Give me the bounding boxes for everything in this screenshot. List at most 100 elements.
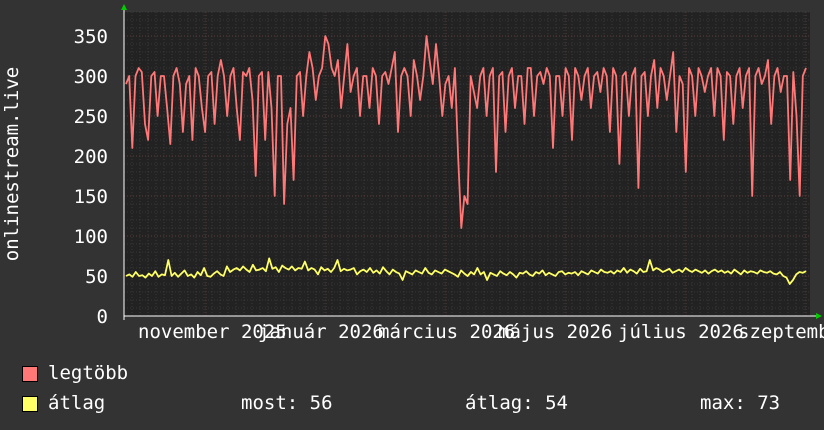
data-point-1 <box>652 270 654 271</box>
data-point-1 <box>272 268 273 270</box>
data-point-1 <box>802 272 803 274</box>
data-point-1 <box>177 276 179 278</box>
data-point-0 <box>268 71 269 73</box>
data-point-0 <box>479 75 481 77</box>
data-point-0 <box>397 131 399 133</box>
data-point-1 <box>525 270 527 272</box>
data-point-0 <box>214 123 215 125</box>
data-point-1 <box>695 269 696 270</box>
data-point-0 <box>340 107 342 109</box>
data-point-0 <box>511 67 513 69</box>
data-point-1 <box>148 273 150 274</box>
data-point-0 <box>682 83 683 85</box>
data-point-1 <box>155 270 156 272</box>
data-point-0 <box>508 75 510 77</box>
data-point-1 <box>242 266 244 267</box>
data-point-1 <box>721 270 722 271</box>
data-point-1 <box>207 275 208 277</box>
data-point-1 <box>356 274 358 275</box>
data-point-1 <box>447 270 449 272</box>
data-point-1 <box>743 270 745 271</box>
data-point-0 <box>423 75 424 77</box>
data-point-1 <box>678 269 680 270</box>
data-point-1 <box>161 274 163 275</box>
data-point-1 <box>314 269 316 270</box>
data-point-1 <box>555 275 556 277</box>
data-point-0 <box>691 75 693 77</box>
data-point-1 <box>519 272 520 274</box>
data-point-0 <box>733 123 734 125</box>
data-point-1 <box>564 274 566 275</box>
data-point-1 <box>135 271 137 273</box>
data-point-1 <box>730 273 732 274</box>
data-point-1 <box>613 273 615 274</box>
data-point-0 <box>502 71 503 73</box>
data-point-0 <box>343 75 345 77</box>
data-point-0 <box>182 131 184 133</box>
data-point-0 <box>261 71 263 73</box>
data-point-0 <box>559 75 560 77</box>
data-point-0 <box>612 67 614 69</box>
data-point-1 <box>795 274 797 275</box>
data-point-1 <box>330 271 332 273</box>
data-point-1 <box>574 271 576 273</box>
data-point-0 <box>669 75 671 77</box>
data-point-1 <box>460 270 462 271</box>
data-point-1 <box>724 272 725 274</box>
data-point-0 <box>166 107 168 109</box>
data-point-1 <box>649 259 651 261</box>
data-point-1 <box>171 275 172 277</box>
data-point-0 <box>359 115 361 117</box>
data-point-0 <box>720 75 721 77</box>
x-tick-label: március 2026 <box>378 321 515 343</box>
data-point-1 <box>399 273 400 274</box>
data-point-1 <box>734 269 735 270</box>
data-point-0 <box>198 75 199 77</box>
data-point-0 <box>176 67 177 69</box>
avg-label: átlag <box>48 392 106 414</box>
data-point-1 <box>714 269 716 270</box>
data-point-0 <box>147 139 149 141</box>
data-point-1 <box>620 271 621 273</box>
data-point-0 <box>350 91 351 93</box>
data-point-0 <box>546 67 547 69</box>
data-point-0 <box>625 71 626 73</box>
data-point-0 <box>676 131 677 133</box>
data-point-1 <box>386 270 387 272</box>
data-point-0 <box>325 35 326 37</box>
data-point-0 <box>698 67 699 69</box>
x-tick-label: május 2026 <box>498 321 612 343</box>
data-point-0 <box>568 75 570 77</box>
data-point-1 <box>262 267 264 269</box>
data-point-1 <box>187 275 189 277</box>
data-point-0 <box>707 75 709 77</box>
data-point-0 <box>666 99 668 101</box>
data-point-0 <box>410 115 412 117</box>
data-point-1 <box>395 271 397 273</box>
data-point-0 <box>489 75 491 77</box>
data-point-0 <box>135 75 136 77</box>
data-point-1 <box>490 272 491 274</box>
data-point-1 <box>255 270 257 271</box>
data-point-1 <box>200 274 202 276</box>
data-point-1 <box>259 269 260 270</box>
data-point-0 <box>306 75 307 77</box>
data-point-1 <box>327 268 329 270</box>
data-point-0 <box>555 75 557 77</box>
data-point-1 <box>571 273 572 274</box>
data-point-1 <box>457 276 459 278</box>
data-point-1 <box>376 270 377 271</box>
data-point-0 <box>524 123 525 125</box>
data-point-1 <box>415 270 416 271</box>
data-point-0 <box>290 107 291 109</box>
data-point-0 <box>170 143 171 145</box>
data-point-0 <box>657 107 658 109</box>
data-point-1 <box>704 270 706 271</box>
data-point-0 <box>432 83 434 85</box>
data-point-0 <box>663 75 664 77</box>
data-point-0 <box>802 75 804 77</box>
data-point-0 <box>492 67 494 69</box>
y-tick-label: 350 <box>74 26 108 48</box>
data-point-0 <box>280 75 282 77</box>
data-point-1 <box>636 273 638 274</box>
